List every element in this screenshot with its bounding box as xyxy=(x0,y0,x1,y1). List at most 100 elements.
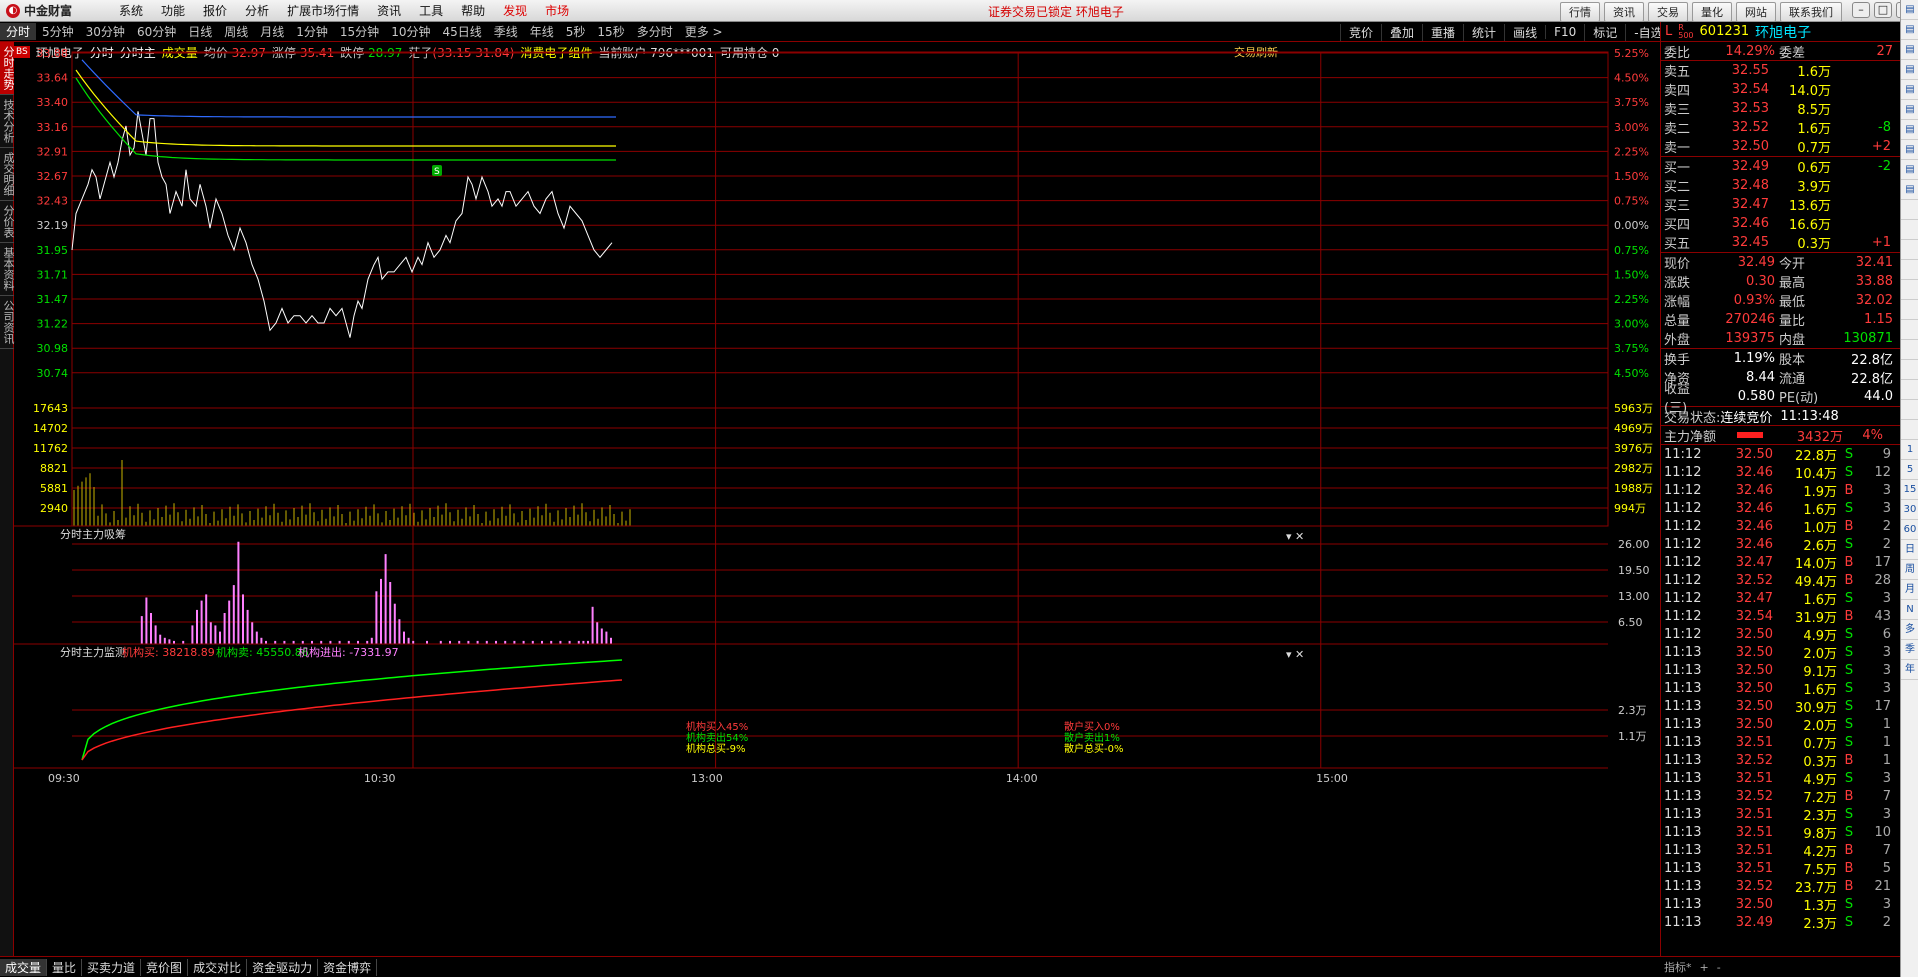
side-period-5[interactable]: 日 xyxy=(1901,540,1918,560)
side-tool-icon[interactable]: ▤ xyxy=(1901,180,1918,200)
side-period-10[interactable]: 季 xyxy=(1901,640,1918,660)
indicator-tab-0[interactable]: 成交量 xyxy=(0,958,48,976)
main-net-row: 主力净额 3432万 4% xyxy=(1661,426,1900,445)
price-tick-left: 33.40 xyxy=(37,96,69,109)
top-button-4[interactable]: 网站 xyxy=(1736,2,1776,22)
menu-item-0[interactable]: 系统 xyxy=(110,2,152,19)
side-tool-icon[interactable] xyxy=(1901,280,1918,300)
side-tool-icon[interactable]: ▤ xyxy=(1901,0,1918,20)
side-tool-icon[interactable]: ▤ xyxy=(1901,60,1918,80)
side-period-7[interactable]: 月 xyxy=(1901,580,1918,600)
period-tab-15[interactable]: 多分时 xyxy=(631,23,679,40)
price-tick-right: 3.00% xyxy=(1614,121,1649,134)
side-tool-icon[interactable] xyxy=(1901,340,1918,360)
indicator-tab-3[interactable]: 竞价图 xyxy=(141,958,189,976)
period-tab-5[interactable]: 周线 xyxy=(218,23,254,40)
period-tab-1[interactable]: 5分钟 xyxy=(36,23,80,40)
period-tab-10[interactable]: 45日线 xyxy=(436,23,487,40)
chart-tool-4[interactable]: 画线 xyxy=(1504,23,1545,41)
side-tool-icon[interactable]: ▤ xyxy=(1901,20,1918,40)
indicator-tab-5[interactable]: 资金驱动力 xyxy=(247,958,319,976)
side-tool-icon[interactable]: ▤ xyxy=(1901,100,1918,120)
indicator-tab-6[interactable]: 资金博弈 xyxy=(318,958,378,976)
side-tool-icon[interactable] xyxy=(1901,200,1918,220)
period-tab-6[interactable]: 月线 xyxy=(254,23,290,40)
menu-item-4[interactable]: 扩展市场行情 xyxy=(278,2,368,19)
top-button-1[interactable]: 资讯 xyxy=(1604,2,1644,22)
chart-tool-5[interactable]: F10 xyxy=(1545,25,1584,39)
period-tab-14[interactable]: 15秒 xyxy=(591,23,630,40)
chart-tool-2[interactable]: 重播 xyxy=(1422,23,1463,41)
tick-list[interactable]: 11:12 32.50 22.8万 S 9 11:12 32.46 10.4万 S 12 11:12… xyxy=(1661,445,1900,932)
left-tab-1[interactable]: 技术分析 xyxy=(0,95,15,148)
menu-item-2[interactable]: 报价 xyxy=(194,2,236,19)
menu-item-3[interactable]: 分析 xyxy=(236,2,278,19)
menu-item-1[interactable]: 功能 xyxy=(152,2,194,19)
side-period-8[interactable]: N xyxy=(1901,600,1918,620)
side-tool-icon[interactable] xyxy=(1901,400,1918,420)
side-period-2[interactable]: 15 xyxy=(1901,480,1918,500)
menu-item-9[interactable]: 市场 xyxy=(536,2,578,19)
top-button-3[interactable]: 量化 xyxy=(1692,2,1732,22)
period-tab-13[interactable]: 5秒 xyxy=(560,23,592,40)
minimize-icon[interactable]: – xyxy=(1852,2,1870,18)
menu-item-7[interactable]: 帮助 xyxy=(452,2,494,19)
indicator-tab-4[interactable]: 成交对比 xyxy=(188,958,248,976)
side-tool-icon[interactable] xyxy=(1901,240,1918,260)
menu-item-8[interactable]: 发现 xyxy=(494,2,536,19)
side-tool-icon[interactable]: ▤ xyxy=(1901,80,1918,100)
side-tool-icon[interactable]: ▤ xyxy=(1901,120,1918,140)
side-tool-icon[interactable] xyxy=(1901,260,1918,280)
side-tool-icon[interactable]: ▤ xyxy=(1901,160,1918,180)
period-tab-0[interactable]: 分时 xyxy=(0,23,37,40)
maximize-icon[interactable]: □ xyxy=(1874,2,1892,18)
side-period-9[interactable]: 多 xyxy=(1901,620,1918,640)
side-period-1[interactable]: 5 xyxy=(1901,460,1918,480)
period-tab-3[interactable]: 60分钟 xyxy=(131,23,182,40)
chart-tool-3[interactable]: 统计 xyxy=(1463,23,1504,41)
side-period-6[interactable]: 周 xyxy=(1901,560,1918,580)
side-tool-icon[interactable] xyxy=(1901,320,1918,340)
left-tab-5[interactable]: 公司资讯 xyxy=(0,296,15,349)
chart-canvas[interactable]: 33.88 5.25% 33.64 4.50% 33.40 3.75% 33.16 3.00%… xyxy=(14,42,1660,956)
side-period-0[interactable]: 1 xyxy=(1901,440,1918,460)
period-tab-16[interactable]: 更多 > xyxy=(679,23,729,40)
top-button-0[interactable]: 行情 xyxy=(1560,2,1600,22)
menu-item-6[interactable]: 工具 xyxy=(410,2,452,19)
period-tab-12[interactable]: 年线 xyxy=(524,23,560,40)
chart-tool-1[interactable]: 叠加 xyxy=(1381,23,1422,41)
left-tab-3[interactable]: 分价表 xyxy=(0,201,15,243)
period-tab-7[interactable]: 1分钟 xyxy=(290,23,334,40)
side-period-3[interactable]: 30 xyxy=(1901,500,1918,520)
period-tab-11[interactable]: 季线 xyxy=(488,23,524,40)
top-button-2[interactable]: 交易 xyxy=(1648,2,1688,22)
side-tool-icon[interactable]: ▤ xyxy=(1901,40,1918,60)
tick-price: 32.46 xyxy=(1735,464,1773,480)
tick-volume: 0.7万 xyxy=(1803,736,1837,752)
indicator-tab-2[interactable]: 买卖力道 xyxy=(82,958,142,976)
period-tab-8[interactable]: 15分钟 xyxy=(334,23,385,40)
indicator-control-0[interactable]: 指标* xyxy=(1660,959,1696,975)
period-tab-2[interactable]: 30分钟 xyxy=(80,23,131,40)
volume-tick-right: 5963万 xyxy=(1614,402,1653,415)
side-period-11[interactable]: 年 xyxy=(1901,660,1918,680)
side-tool-icon[interactable] xyxy=(1901,380,1918,400)
period-tab-4[interactable]: 日线 xyxy=(182,23,218,40)
side-tool-icon[interactable] xyxy=(1901,300,1918,320)
chart-tool-6[interactable]: 标记 xyxy=(1584,23,1625,41)
indicator-control-2[interactable]: - xyxy=(1713,961,1725,974)
period-tab-9[interactable]: 10分钟 xyxy=(385,23,436,40)
left-tab-4[interactable]: 基本资料 xyxy=(0,243,15,296)
side-tool-icon[interactable] xyxy=(1901,220,1918,240)
left-tab-0[interactable]: 分时走势 xyxy=(0,42,15,95)
menu-item-5[interactable]: 资讯 xyxy=(368,2,410,19)
chart-tool-0[interactable]: 竞价 xyxy=(1340,23,1381,41)
indicator-tab-1[interactable]: 量比 xyxy=(47,958,83,976)
side-tool-icon[interactable]: ▤ xyxy=(1901,140,1918,160)
side-tool-icon[interactable] xyxy=(1901,360,1918,380)
side-period-4[interactable]: 60 xyxy=(1901,520,1918,540)
top-button-5[interactable]: 联系我们 xyxy=(1780,2,1842,22)
left-tab-2[interactable]: 成交明细 xyxy=(0,148,15,201)
side-tool-icon[interactable] xyxy=(1901,420,1918,440)
indicator-control-1[interactable]: + xyxy=(1696,961,1713,974)
